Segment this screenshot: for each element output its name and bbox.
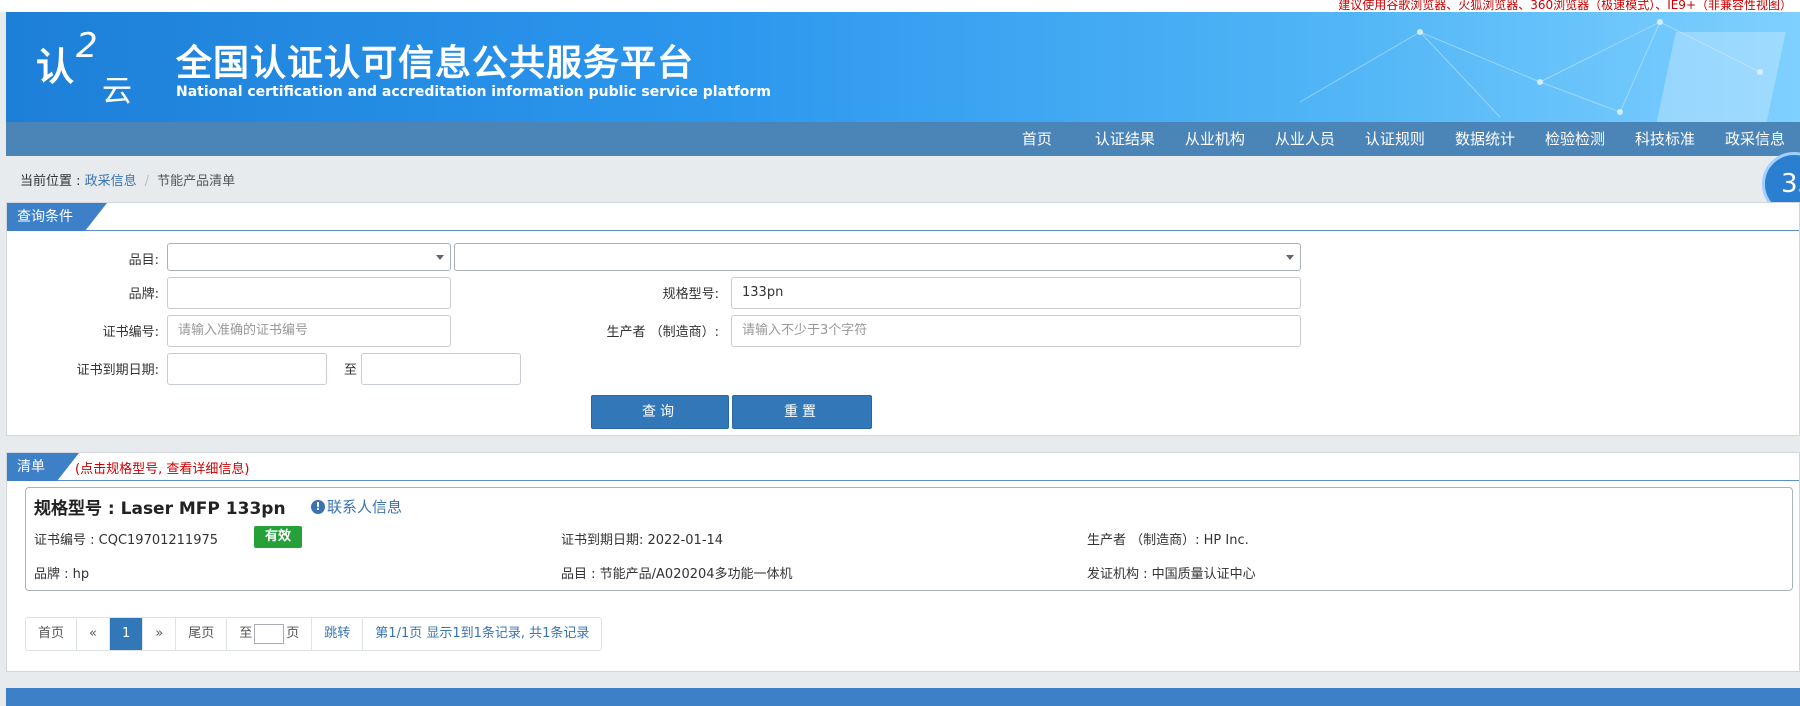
nav-procurement[interactable]: 政采信息 xyxy=(1710,122,1800,156)
nav-home[interactable]: 首页 xyxy=(994,122,1080,156)
maker-input[interactable]: 请输入不少于3个字符 xyxy=(731,315,1301,347)
nav-standards[interactable]: 科技标准 xyxy=(1620,122,1710,156)
cert-number-label: 证书编号: xyxy=(102,325,159,340)
chevron-down-icon xyxy=(436,255,444,260)
list-panel: 清单 (点击规格型号, 查看详细信息) 规格型号 : Laser MFP 133… xyxy=(6,452,1800,672)
page-number-input[interactable] xyxy=(254,623,285,644)
nav-cert-rules[interactable]: 认证规则 xyxy=(1350,122,1440,156)
cert-number-input[interactable]: 请输入准确的证书编号 xyxy=(167,315,451,347)
brand-input[interactable] xyxy=(167,277,451,309)
breadcrumb-label: 当前位置 : xyxy=(20,174,85,189)
list-tab: 清单 xyxy=(7,453,79,481)
pager-next[interactable]: » xyxy=(143,618,177,650)
browser-notice-bar: 建议使用谷歌浏览器、火狐浏览器、360浏览器（极速模式）、IE9+（非兼容性视图… xyxy=(0,0,1800,12)
category-select-1[interactable] xyxy=(167,243,451,271)
main-nav: 首页 认证结果 从业机构 从业人员 认证规则 数据统计 检验检测 科技标准 政采… xyxy=(6,122,1800,156)
maker-label: 生产者 （制造商）: xyxy=(606,325,719,340)
query-panel-header: 查询条件 xyxy=(7,203,1799,231)
pager-first[interactable]: 首页 xyxy=(26,618,78,650)
pager-goto: 至页 xyxy=(227,618,313,650)
model-label: 规格型号: xyxy=(662,287,719,302)
contact-info-link[interactable]: ! 联系人信息 xyxy=(311,496,402,517)
query-panel: 查询条件 品目: 品牌: 规格型号: 133pn 证书编号: 请输入准确的证书编… xyxy=(6,202,1800,436)
pagination: 首页 « 1 » 尾页 至页 跳转 第1/1页 显示1到1条记录, 共1条记录 xyxy=(25,617,603,651)
category-label: 品目: xyxy=(128,253,159,268)
search-button[interactable]: 查询 xyxy=(591,395,729,429)
expiry-label: 证书到期日期: xyxy=(76,363,159,378)
brand: 品牌 : hp xyxy=(34,567,90,582)
query-tab: 查询条件 xyxy=(7,203,107,231)
pager-current-page[interactable]: 1 xyxy=(109,618,144,650)
list-panel-header: 清单 (点击规格型号, 查看详细信息) xyxy=(7,453,1799,481)
nav-cert-results[interactable]: 认证结果 xyxy=(1080,122,1170,156)
pager-goto-prefix: 至 xyxy=(239,626,253,641)
site-logo[interactable]: 认 2 云 xyxy=(32,26,152,109)
pager-info: 第1/1页 显示1到1条记录, 共1条记录 xyxy=(375,626,590,641)
nav-institutions[interactable]: 从业机构 xyxy=(1170,122,1260,156)
breadcrumb-separator: / xyxy=(144,174,150,189)
expiry-end-input[interactable] xyxy=(361,353,521,385)
category-select-2[interactable] xyxy=(454,243,1301,271)
pager-goto-suffix: 页 xyxy=(286,626,300,641)
breadcrumb-parent[interactable]: 政采信息 xyxy=(85,174,137,189)
nav-testing[interactable]: 检验检测 xyxy=(1530,122,1620,156)
breadcrumb: 当前位置 : 政采信息 / 节能产品清单 xyxy=(20,170,235,189)
expiry-start-input[interactable] xyxy=(167,353,327,385)
pager-last[interactable]: 尾页 xyxy=(176,618,228,650)
brand-label: 品牌: xyxy=(128,287,159,302)
site-banner: 认 2 云 全国认证认可信息公共服务平台 National certificat… xyxy=(6,12,1800,122)
list-item: 规格型号 : Laser MFP 133pn ! 联系人信息 证书编号 : CQC… xyxy=(25,487,1793,591)
cert-number: 证书编号 : CQC19701211975 xyxy=(34,533,219,548)
nav-statistics[interactable]: 数据统计 xyxy=(1440,122,1530,156)
list-note: (点击规格型号, 查看详细信息) xyxy=(75,462,250,477)
site-title: 全国认证认可信息公共服务平台 xyxy=(176,43,695,84)
info-icon: ! xyxy=(311,499,325,514)
issuing-body: 发证机构 : 中国质量认证中心 xyxy=(1087,567,1256,582)
expiry-to-label: 至 xyxy=(343,363,357,378)
nav-personnel[interactable]: 从业人员 xyxy=(1260,122,1350,156)
pager-prev[interactable]: « xyxy=(77,618,110,650)
expiry-date: 证书到期日期: 2022-01-14 xyxy=(561,533,724,548)
breadcrumb-current: 节能产品清单 xyxy=(157,174,236,189)
status-badge: 有效 xyxy=(254,526,302,548)
model-input[interactable]: 133pn xyxy=(731,277,1301,309)
manufacturer: 生产者 （制造商）: HP Inc. xyxy=(1087,533,1249,548)
site-subtitle: National certification and accreditation… xyxy=(176,84,771,100)
category: 品目 : 节能产品/A020204多功能一体机 xyxy=(561,567,793,582)
product-model-link[interactable]: 规格型号 : Laser MFP 133pn xyxy=(34,494,286,519)
pager-jump-button[interactable]: 跳转 xyxy=(312,618,364,650)
network-decoration xyxy=(1299,19,1786,122)
footer-bar xyxy=(6,688,1800,706)
chevron-down-icon xyxy=(1286,255,1294,260)
reset-button[interactable]: 重置 xyxy=(732,395,872,429)
contact-info-label: 联系人信息 xyxy=(327,498,403,516)
